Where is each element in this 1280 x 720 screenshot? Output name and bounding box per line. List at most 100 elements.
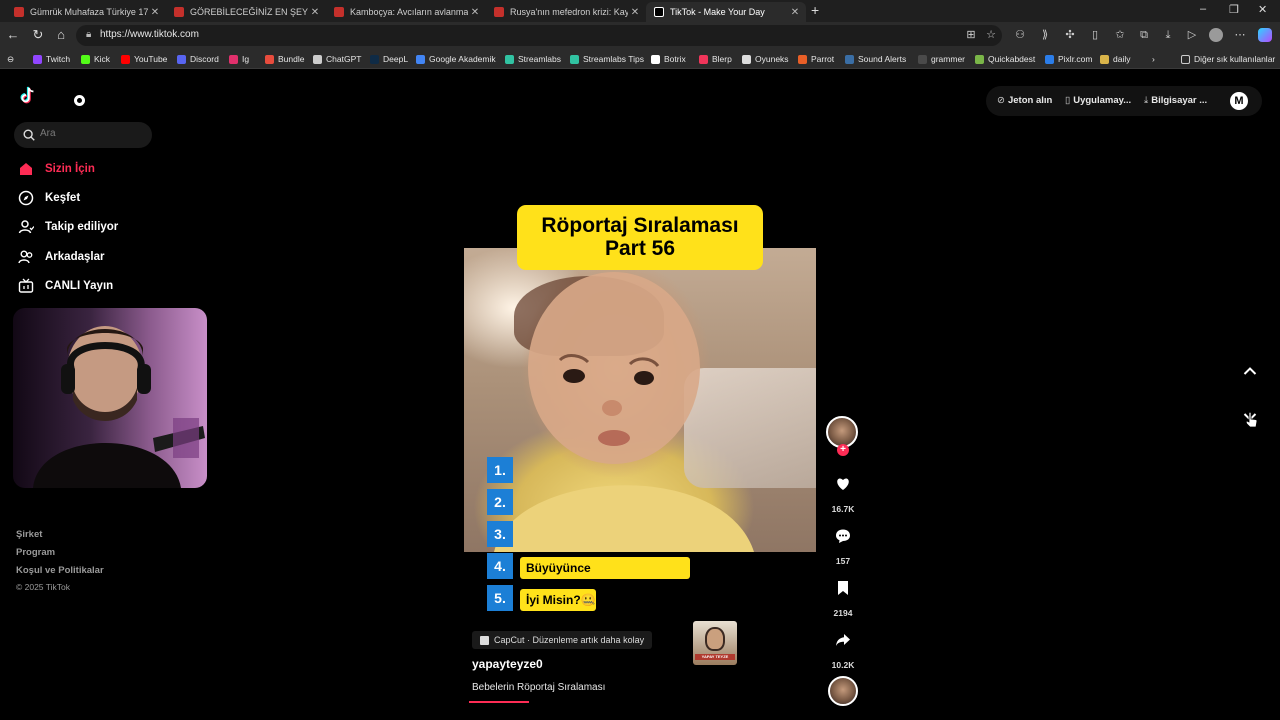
close-tab-icon[interactable]: ✕	[148, 7, 162, 18]
nav-following[interactable]: Takip ediliyor	[18, 217, 118, 237]
overlay-title-line2: Part 56	[604, 237, 676, 260]
bookmark-item[interactable]: Streamlabs	[505, 52, 561, 66]
nav-live[interactable]: CANLI Yayın	[18, 276, 113, 296]
bookmark-item[interactable]: grammer	[918, 52, 965, 66]
back-icon[interactable]: ←	[5, 27, 21, 43]
bookmarks-bar: ⊖ Twitch Kick YouTube Discord Ig Bundle ChatGPT…	[0, 49, 1280, 69]
bookmark-item[interactable]: Twitch	[33, 52, 70, 66]
footer-link-program[interactable]: Program	[16, 547, 55, 558]
close-window-icon[interactable]: ✕	[1258, 3, 1267, 16]
bookmark-item[interactable]: daily	[1100, 52, 1130, 66]
bookmark-item[interactable]: Blerp	[699, 52, 732, 66]
bookmark-item[interactable]: YouTube	[121, 52, 167, 66]
bookmark-label: Streamlabs	[518, 54, 561, 64]
like-button[interactable]	[830, 474, 856, 494]
bookmark-item[interactable]: Bundle	[265, 52, 304, 66]
get-coins-button[interactable]: ⊘ Jeton alın	[997, 95, 1052, 106]
bookmark-item[interactable]: Oyuneks	[742, 52, 789, 66]
bookmark-label: Sound Alerts	[858, 54, 907, 64]
live-icon	[18, 278, 34, 294]
follow-plus-button[interactable]: +	[837, 444, 849, 456]
bookmark-item[interactable]: Google Akademik	[416, 52, 496, 66]
home-icon[interactable]: ⌂	[53, 27, 69, 43]
more-menu-icon[interactable]: ⋯	[1233, 28, 1247, 42]
other-bookmarks-folder[interactable]: Diğer sık kullanılanlar	[1181, 52, 1275, 66]
capcut-label: CapCut · Düzenleme artık daha kolay	[494, 635, 645, 645]
browser-toolbar: ← ↻ ⌂ 🔒︎ https://www.tiktok.com ⊞ ☆ ⚇ ⟫ …	[0, 22, 1280, 49]
get-app-button[interactable]: ▯ Uygulamay...	[1065, 95, 1131, 106]
bookmark-item[interactable]: Botrix	[651, 52, 686, 66]
bookmark-item[interactable]: Discord	[177, 52, 219, 66]
comment-button[interactable]	[830, 526, 856, 546]
download-icon[interactable]: ⤓	[1161, 28, 1175, 42]
nav-for-you[interactable]: Sizin İçin	[18, 159, 95, 179]
creator-sticker-image: YAPAY TEYZE	[693, 621, 737, 665]
previous-video-button[interactable]	[1240, 361, 1260, 381]
profile-avatar[interactable]: M	[1230, 92, 1248, 110]
share-count: 10.2K	[831, 660, 855, 670]
download-icon: ⤓	[1144, 95, 1149, 106]
close-tab-icon[interactable]: ✕	[628, 7, 642, 18]
share-button[interactable]	[830, 630, 856, 650]
bookmark-item[interactable]: Ig	[229, 52, 249, 66]
new-tab-button[interactable]: +	[811, 2, 819, 18]
bookmark-icon	[838, 581, 848, 595]
browser-tab[interactable]: GÖREBİLECEĞİNİZ EN ŞEYTANİ K ✕	[166, 2, 326, 22]
bookmark-label: Twitch	[46, 54, 71, 64]
bookmark-favicon-icon	[81, 54, 90, 64]
bookmark-item[interactable]: Parrot	[798, 52, 834, 66]
footer-link-terms[interactable]: Koşul ve Politikalar	[16, 565, 104, 576]
video-author[interactable]: yapayteyze0	[472, 657, 543, 671]
profile-icon[interactable]	[1209, 28, 1223, 42]
bookmark-favicon-icon	[845, 54, 854, 64]
address-bar[interactable]: 🔒︎ https://www.tiktok.com ⊞ ☆	[76, 25, 1002, 46]
read-aloud-icon[interactable]: ⟫	[1038, 28, 1052, 42]
bookmark-item[interactable]: Sound Alerts	[845, 52, 906, 66]
browser-tab[interactable]: Kamboçya: Avcıların avlanması - Y ✕	[326, 2, 486, 22]
footer-link-company[interactable]: Şirket	[16, 529, 42, 540]
browser-tab[interactable]: Gümrük Muhafaza Türkiye 17. Bö ✕	[6, 2, 166, 22]
bookmark-item[interactable]: Pixlr.com	[1045, 52, 1092, 66]
close-tab-icon[interactable]: ✕	[308, 7, 322, 18]
bookmark-button[interactable]	[830, 578, 856, 598]
bookmark-item[interactable]: Quickabdest	[975, 52, 1035, 66]
bookmark-label: Quickabdest	[988, 54, 1036, 64]
video-player[interactable]	[464, 248, 816, 552]
nav-label: Sizin İçin	[45, 163, 95, 175]
extensions-icon[interactable]: ✣	[1063, 28, 1077, 42]
capcut-tag[interactable]: CapCut · Düzenleme artık daha kolay	[472, 631, 653, 649]
bookmarks-overflow-chevron-icon[interactable]: ›	[1152, 52, 1155, 66]
favorites-icon[interactable]: ✩	[1113, 28, 1127, 42]
reload-icon[interactable]: ↻	[30, 27, 46, 43]
favorite-star-icon[interactable]: ☆	[984, 28, 998, 42]
bookmark-item[interactable]: DeepL	[370, 52, 408, 66]
nav-friends[interactable]: Arkadaşlar	[18, 247, 104, 267]
video-progress-bar[interactable]	[469, 701, 529, 703]
desktop-app-button[interactable]: ⤓ Bilgisayar ...	[1144, 95, 1207, 106]
browser-tab-active[interactable]: TikTok - Make Your Day ✕	[646, 2, 806, 22]
search-input[interactable]: Ara	[14, 122, 152, 148]
tiktok-logo-icon[interactable]	[16, 85, 38, 107]
bookmark-favicon-icon	[313, 54, 322, 64]
split-screen-icon[interactable]: ▯	[1088, 28, 1102, 42]
other-bookmarks-label: Diğer sık kullanılanlar	[1194, 54, 1276, 64]
apps-icon[interactable]: ⊖	[7, 52, 14, 66]
close-tab-icon[interactable]: ✕	[468, 7, 482, 18]
browser-tab[interactable]: Rusya'nın mefedron krizi: Kayıp g ✕	[486, 2, 646, 22]
app-available-icon[interactable]: ⊞	[964, 28, 978, 42]
minimize-icon[interactable]: –	[1200, 3, 1206, 15]
overlay-title-line1: Röportaj Sıralaması	[541, 214, 739, 237]
close-tab-icon[interactable]: ✕	[788, 7, 802, 18]
bookmark-item[interactable]: ChatGPT	[313, 52, 361, 66]
bookmark-favicon-icon	[742, 54, 751, 64]
collections-icon[interactable]: ⧉	[1137, 28, 1151, 42]
game-icon[interactable]: ⚇	[1013, 28, 1027, 42]
maximize-icon[interactable]: ❐	[1229, 3, 1239, 16]
bookmark-item[interactable]: Kick	[81, 52, 110, 66]
bookmark-item[interactable]: Streamlabs Tips	[570, 52, 644, 66]
copilot-icon[interactable]	[1258, 28, 1272, 42]
send-icon[interactable]: ▷	[1185, 28, 1199, 42]
music-disc-avatar[interactable]	[828, 676, 858, 706]
nav-explore[interactable]: Keşfet	[18, 188, 80, 208]
bookmark-count: 2194	[833, 608, 853, 618]
